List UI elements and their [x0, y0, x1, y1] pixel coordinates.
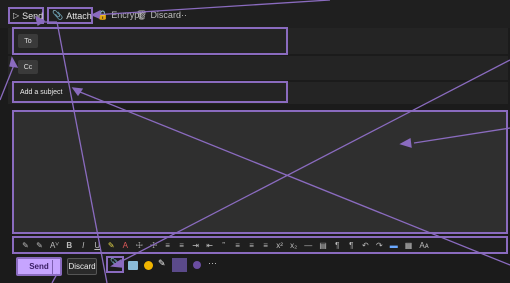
paperclip-icon: 📎 [110, 258, 120, 267]
superscript-icon[interactable]: x² [276, 241, 283, 250]
to-button[interactable]: To [18, 34, 38, 48]
attach-file-button[interactable]: 📎 [106, 256, 124, 273]
attach-button[interactable]: 📎 Attach ⌄ [47, 7, 102, 24]
discard-button[interactable]: Discard [67, 258, 97, 275]
more-actions-button[interactable]: ··· [208, 258, 217, 268]
more-options-icon: ··· [178, 10, 187, 20]
indent-icon[interactable]: ⇥ [192, 241, 199, 250]
lock-icon: 🔒 [97, 9, 109, 20]
discard-label: Discard [150, 10, 181, 20]
underline-icon[interactable]: U [94, 241, 101, 250]
ltr-icon[interactable]: ¶ [334, 241, 341, 250]
grid-icon[interactable]: ▦ [405, 241, 413, 250]
highlight-icon[interactable]: ✎ [108, 241, 115, 250]
paint-icon[interactable]: ▬ [390, 241, 398, 250]
send-button-label: Send [29, 262, 49, 271]
trash-icon: 🗑 [136, 9, 148, 20]
to-label: To [24, 37, 32, 45]
table-icon[interactable]: ▤ [319, 241, 327, 250]
subscript-icon[interactable]: x₂ [290, 241, 297, 250]
unlink-icon[interactable]: ☩ [150, 241, 157, 250]
align-center-icon[interactable]: ≡ [248, 241, 255, 250]
format-painter-icon[interactable]: ✎ [22, 241, 29, 250]
send-icon: ▷ [13, 11, 20, 20]
horizontal-line-icon[interactable]: — [304, 241, 312, 250]
rtl-icon[interactable]: ¶ [348, 241, 355, 250]
pen-icon[interactable]: ✎ [158, 258, 166, 269]
clear-format-icon[interactable]: ✎ [36, 241, 43, 250]
align-left-icon[interactable]: ≡ [234, 241, 241, 250]
undo-icon[interactable]: ↶ [362, 241, 369, 250]
bullets-icon[interactable]: ≡ [164, 241, 171, 250]
numbering-icon[interactable]: ≡ [178, 241, 185, 250]
cc-row [8, 56, 508, 80]
emoji-icon[interactable] [144, 261, 153, 270]
message-body[interactable] [12, 110, 508, 234]
redo-icon[interactable]: ↷ [376, 241, 383, 250]
loop-icon[interactable] [193, 261, 201, 269]
font-size-icon[interactable]: Aⱽ [50, 241, 59, 250]
send-label: Send [22, 10, 44, 21]
attach-label: Attach [66, 10, 92, 21]
font-color-icon[interactable]: A [122, 241, 129, 250]
outdent-icon[interactable]: ⇤ [206, 241, 213, 250]
styles-icon[interactable]: Aᴀ [419, 241, 428, 250]
paperclip-icon: 📎 [52, 10, 64, 20]
quote-icon[interactable]: ” [220, 241, 227, 250]
italic-icon[interactable]: I [80, 241, 87, 250]
subject-input[interactable]: Add a subject [12, 81, 288, 103]
align-right-icon[interactable]: ≡ [262, 241, 269, 250]
discard-button-top[interactable]: 🗑 Discard [136, 9, 181, 21]
formatting-toolbar: ✎ ✎ Aⱽ B I U ✎ A ☩ ☩ ≡ ≡ ⇥ ⇤ ” ≡ ≡ ≡ x² … [12, 236, 508, 254]
cc-label: Cc [23, 63, 33, 71]
bold-icon[interactable]: B [66, 241, 73, 250]
color-swatch-icon[interactable] [172, 258, 187, 272]
send-button[interactable]: Send [16, 257, 62, 276]
cc-button[interactable]: Cc [18, 60, 38, 74]
send-button-top[interactable]: ▷ Send [8, 7, 44, 24]
send-divider [52, 260, 53, 274]
discard-button-label: Discard [68, 262, 96, 271]
more-actions-icon: ··· [208, 258, 217, 268]
link-icon[interactable]: ☩ [136, 241, 143, 250]
to-field[interactable] [12, 27, 288, 55]
image-icon[interactable] [128, 261, 138, 270]
subject-placeholder: Add a subject [20, 88, 63, 96]
more-options-button[interactable]: ··· [178, 9, 187, 21]
